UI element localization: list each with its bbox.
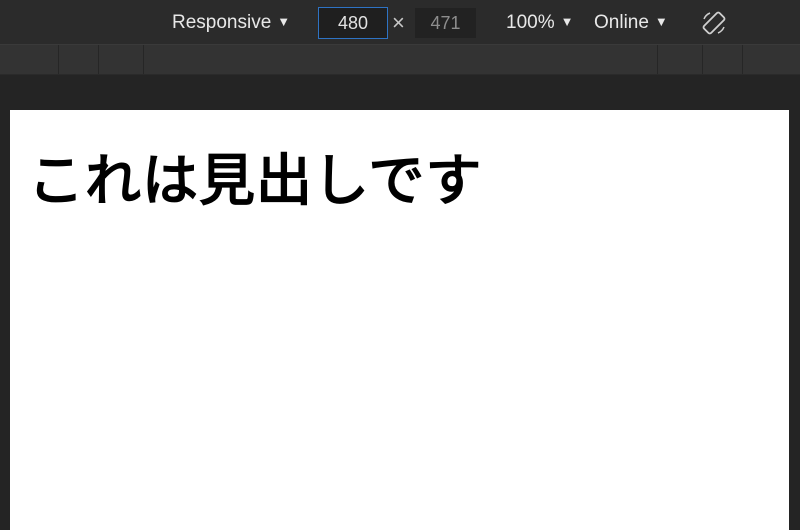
- chevron-down-icon: ▼: [560, 14, 574, 29]
- media-query-segment[interactable]: [143, 45, 658, 74]
- page-heading: これは見出しです: [28, 149, 483, 214]
- devtools-responsive-view: Responsive ▼ × 100% ▼ Online ▼: [0, 0, 800, 530]
- zoom-dropdown[interactable]: 100% ▼: [506, 10, 573, 34]
- device-dropdown[interactable]: Responsive ▼: [172, 10, 290, 34]
- media-query-segment[interactable]: [742, 45, 800, 74]
- chevron-down-icon: ▼: [277, 14, 291, 29]
- device-label: Responsive: [172, 12, 272, 33]
- throttle-dropdown[interactable]: Online ▼: [594, 10, 668, 34]
- media-query-segment[interactable]: [657, 45, 703, 74]
- media-query-segment[interactable]: [0, 45, 58, 74]
- device-toolbar: Responsive ▼ × 100% ▼ Online ▼: [0, 0, 800, 45]
- media-query-bar: [0, 45, 800, 75]
- page-viewport[interactable]: これは見出しです: [10, 110, 789, 530]
- width-input[interactable]: [318, 7, 388, 39]
- throttle-label: Online: [594, 12, 649, 33]
- chevron-down-icon: ▼: [654, 14, 668, 29]
- rotate-device-icon: [702, 11, 726, 35]
- dimension-separator: ×: [392, 10, 405, 35]
- media-query-segment[interactable]: [98, 45, 144, 74]
- media-query-segment[interactable]: [58, 45, 99, 74]
- height-input[interactable]: [414, 7, 477, 39]
- zoom-label: 100%: [506, 12, 555, 33]
- media-query-segment[interactable]: [702, 45, 743, 74]
- rotate-button[interactable]: [700, 9, 728, 37]
- viewport-stage: これは見出しです: [0, 75, 800, 530]
